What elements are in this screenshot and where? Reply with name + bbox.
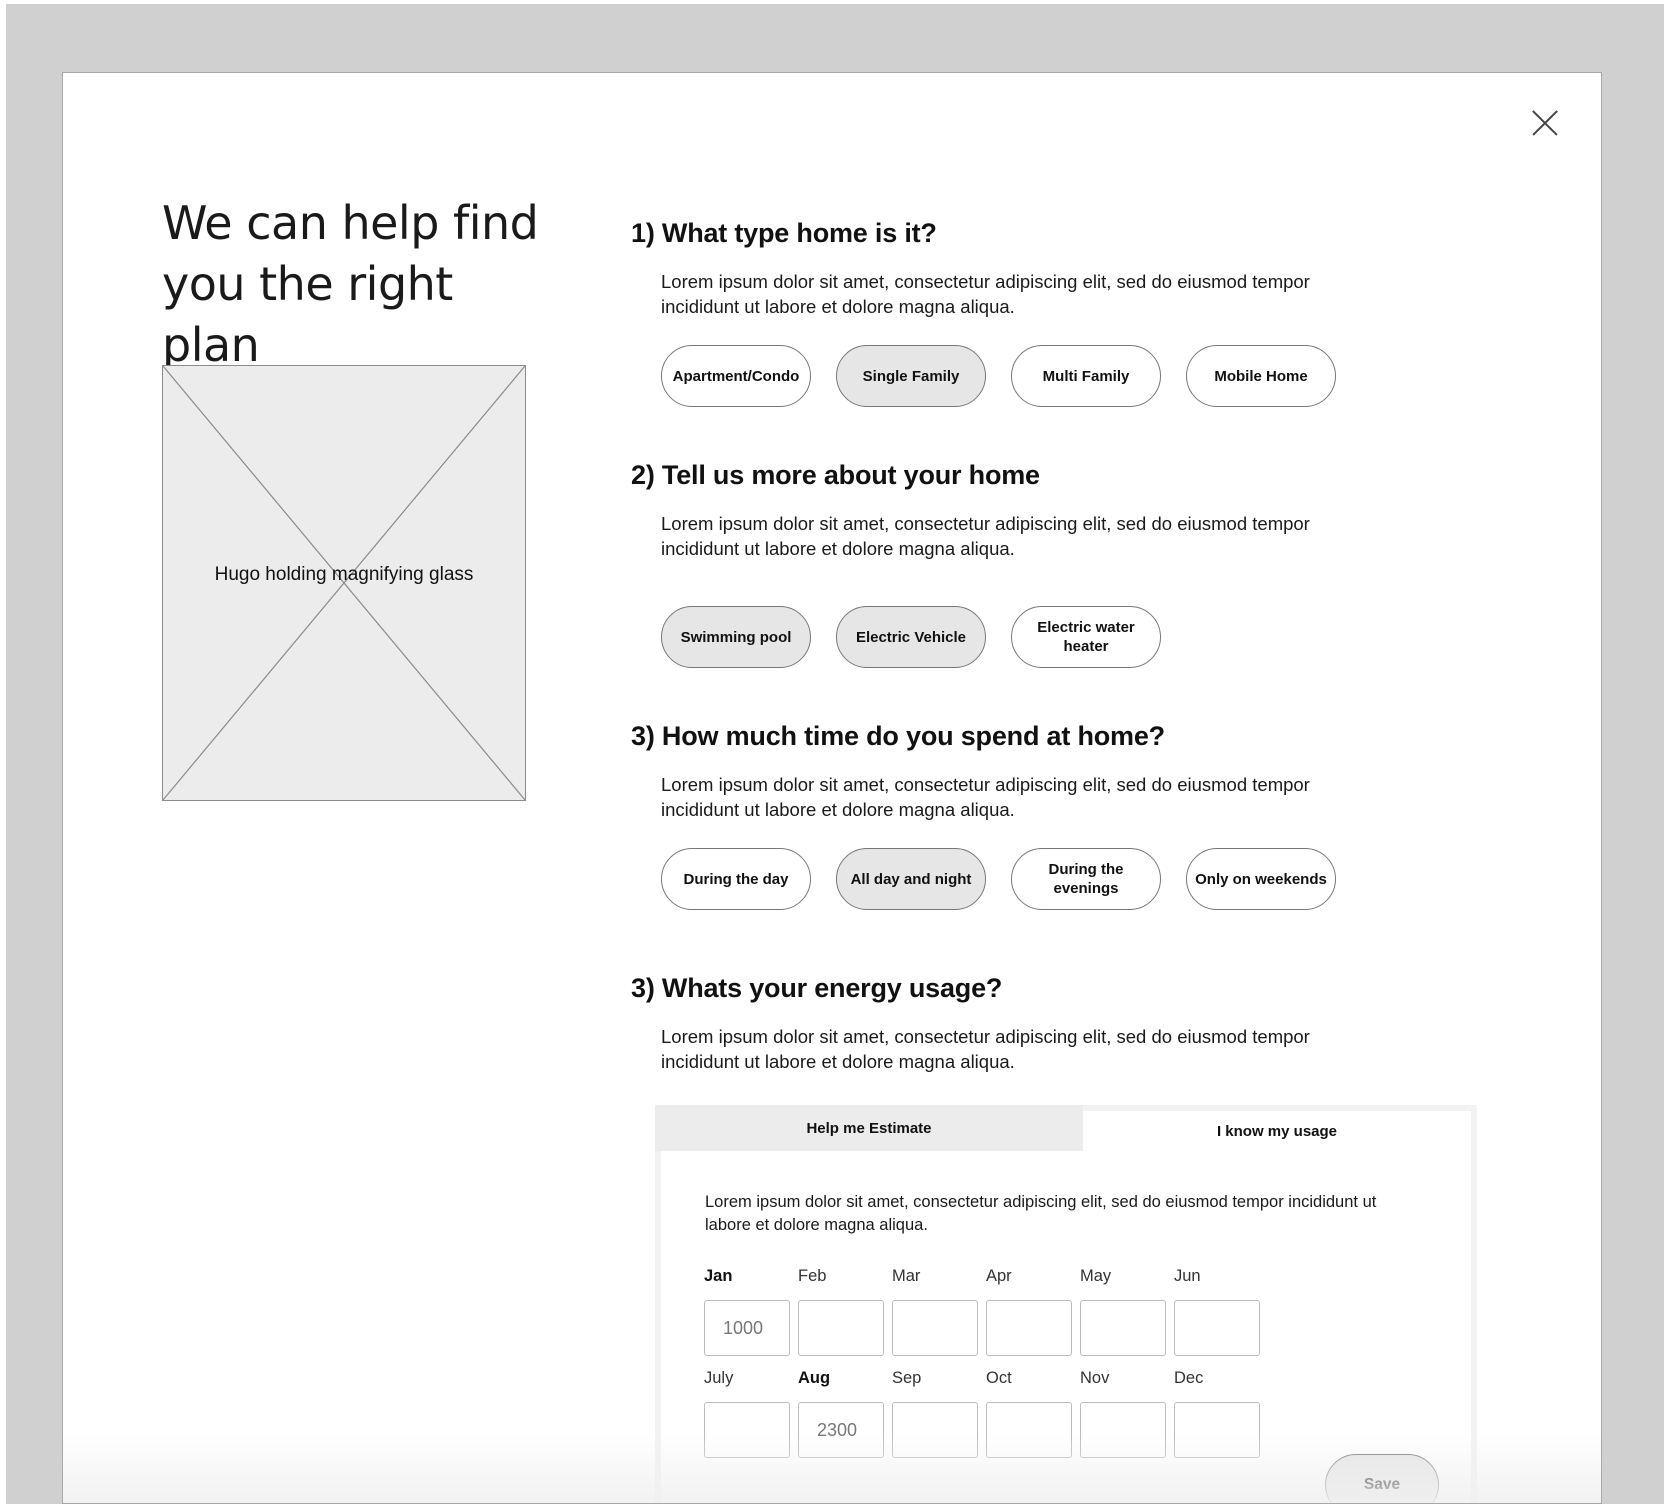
save-button[interactable]: Save (1325, 1454, 1439, 1503)
plan-finder-modal: We can help find you the right plan Hugo… (62, 72, 1602, 1504)
month-input-dec[interactable] (1174, 1402, 1260, 1458)
option-all-day-and-night[interactable]: All day and night (836, 848, 986, 910)
option-apartment-condo[interactable]: Apartment/Condo (661, 345, 811, 407)
month-input-jun[interactable] (1174, 1300, 1260, 1356)
month-label-jun: Jun (1174, 1267, 1201, 1285)
page-title: We can help find you the right plan (162, 196, 539, 372)
month-input-jan[interactable] (704, 1300, 790, 1356)
month-input-jul[interactable] (704, 1402, 790, 1458)
question-title: 1) What type home is it? (631, 218, 937, 248)
hero-image-label: Hugo holding magnifying glass (214, 564, 474, 585)
month-label-apr: Apr (986, 1267, 1012, 1285)
month-input-oct[interactable] (986, 1402, 1072, 1458)
tab-help-me-estimate[interactable]: Help me Estimate (655, 1105, 1083, 1151)
option-single-family[interactable]: Single Family (836, 345, 986, 407)
month-input-aug[interactable] (798, 1402, 884, 1458)
month-input-apr[interactable] (986, 1300, 1072, 1356)
month-label-jul: July (704, 1369, 734, 1387)
question-title: 3) How much time do you spend at home? (631, 721, 1165, 751)
option-electric-vehicle[interactable]: Electric Vehicle (836, 606, 986, 668)
month-label-feb: Feb (798, 1267, 827, 1285)
energy-usage-card: Help me Estimate I know my usage Lorem i… (655, 1105, 1477, 1503)
month-label-may: May (1080, 1267, 1112, 1285)
month-label-nov: Nov (1080, 1369, 1110, 1387)
month-label-aug: Aug (798, 1369, 831, 1387)
option-mobile-home[interactable]: Mobile Home (1186, 345, 1336, 407)
option-swimming-pool[interactable]: Swimming pool (661, 606, 811, 668)
option-multi-family[interactable]: Multi Family (1011, 345, 1161, 407)
question-title: 3) Whats your energy usage? (631, 973, 1003, 1003)
tab-i-know-my-usage[interactable]: I know my usage (1083, 1111, 1471, 1151)
month-input-feb[interactable] (798, 1300, 884, 1356)
option-electric-water-heater[interactable]: Electric water heater (1011, 606, 1161, 668)
month-label-mar: Mar (892, 1267, 921, 1285)
question-title: 2) Tell us more about your home (631, 460, 1040, 490)
close-icon[interactable] (1532, 110, 1558, 136)
option-during-the-evenings[interactable]: During the evenings (1011, 848, 1161, 910)
question-description: Lorem ipsum dolor sit amet, consectetur … (661, 1026, 1310, 1072)
usage-description: Lorem ipsum dolor sit amet, consectetur … (705, 1193, 1377, 1234)
option-only-on-weekends[interactable]: Only on weekends (1186, 848, 1336, 910)
option-during-the-day[interactable]: During the day (661, 848, 811, 910)
hero-image-placeholder: Hugo holding magnifying glass (162, 365, 526, 801)
month-input-nov[interactable] (1080, 1402, 1166, 1458)
question-description: Lorem ipsum dolor sit amet, consectetur … (661, 774, 1310, 820)
month-input-sep[interactable] (892, 1402, 978, 1458)
month-label-dec: Dec (1174, 1369, 1204, 1387)
month-input-mar[interactable] (892, 1300, 978, 1356)
month-input-may[interactable] (1080, 1300, 1166, 1356)
month-label-sep: Sep (892, 1369, 922, 1387)
question-description: Lorem ipsum dolor sit amet, consectetur … (661, 271, 1310, 317)
question-description: Lorem ipsum dolor sit amet, consectetur … (661, 513, 1310, 559)
month-label-oct: Oct (986, 1369, 1012, 1387)
usage-panel: Lorem ipsum dolor sit amet, consectetur … (661, 1151, 1471, 1503)
month-label-jan: Jan (704, 1267, 733, 1285)
